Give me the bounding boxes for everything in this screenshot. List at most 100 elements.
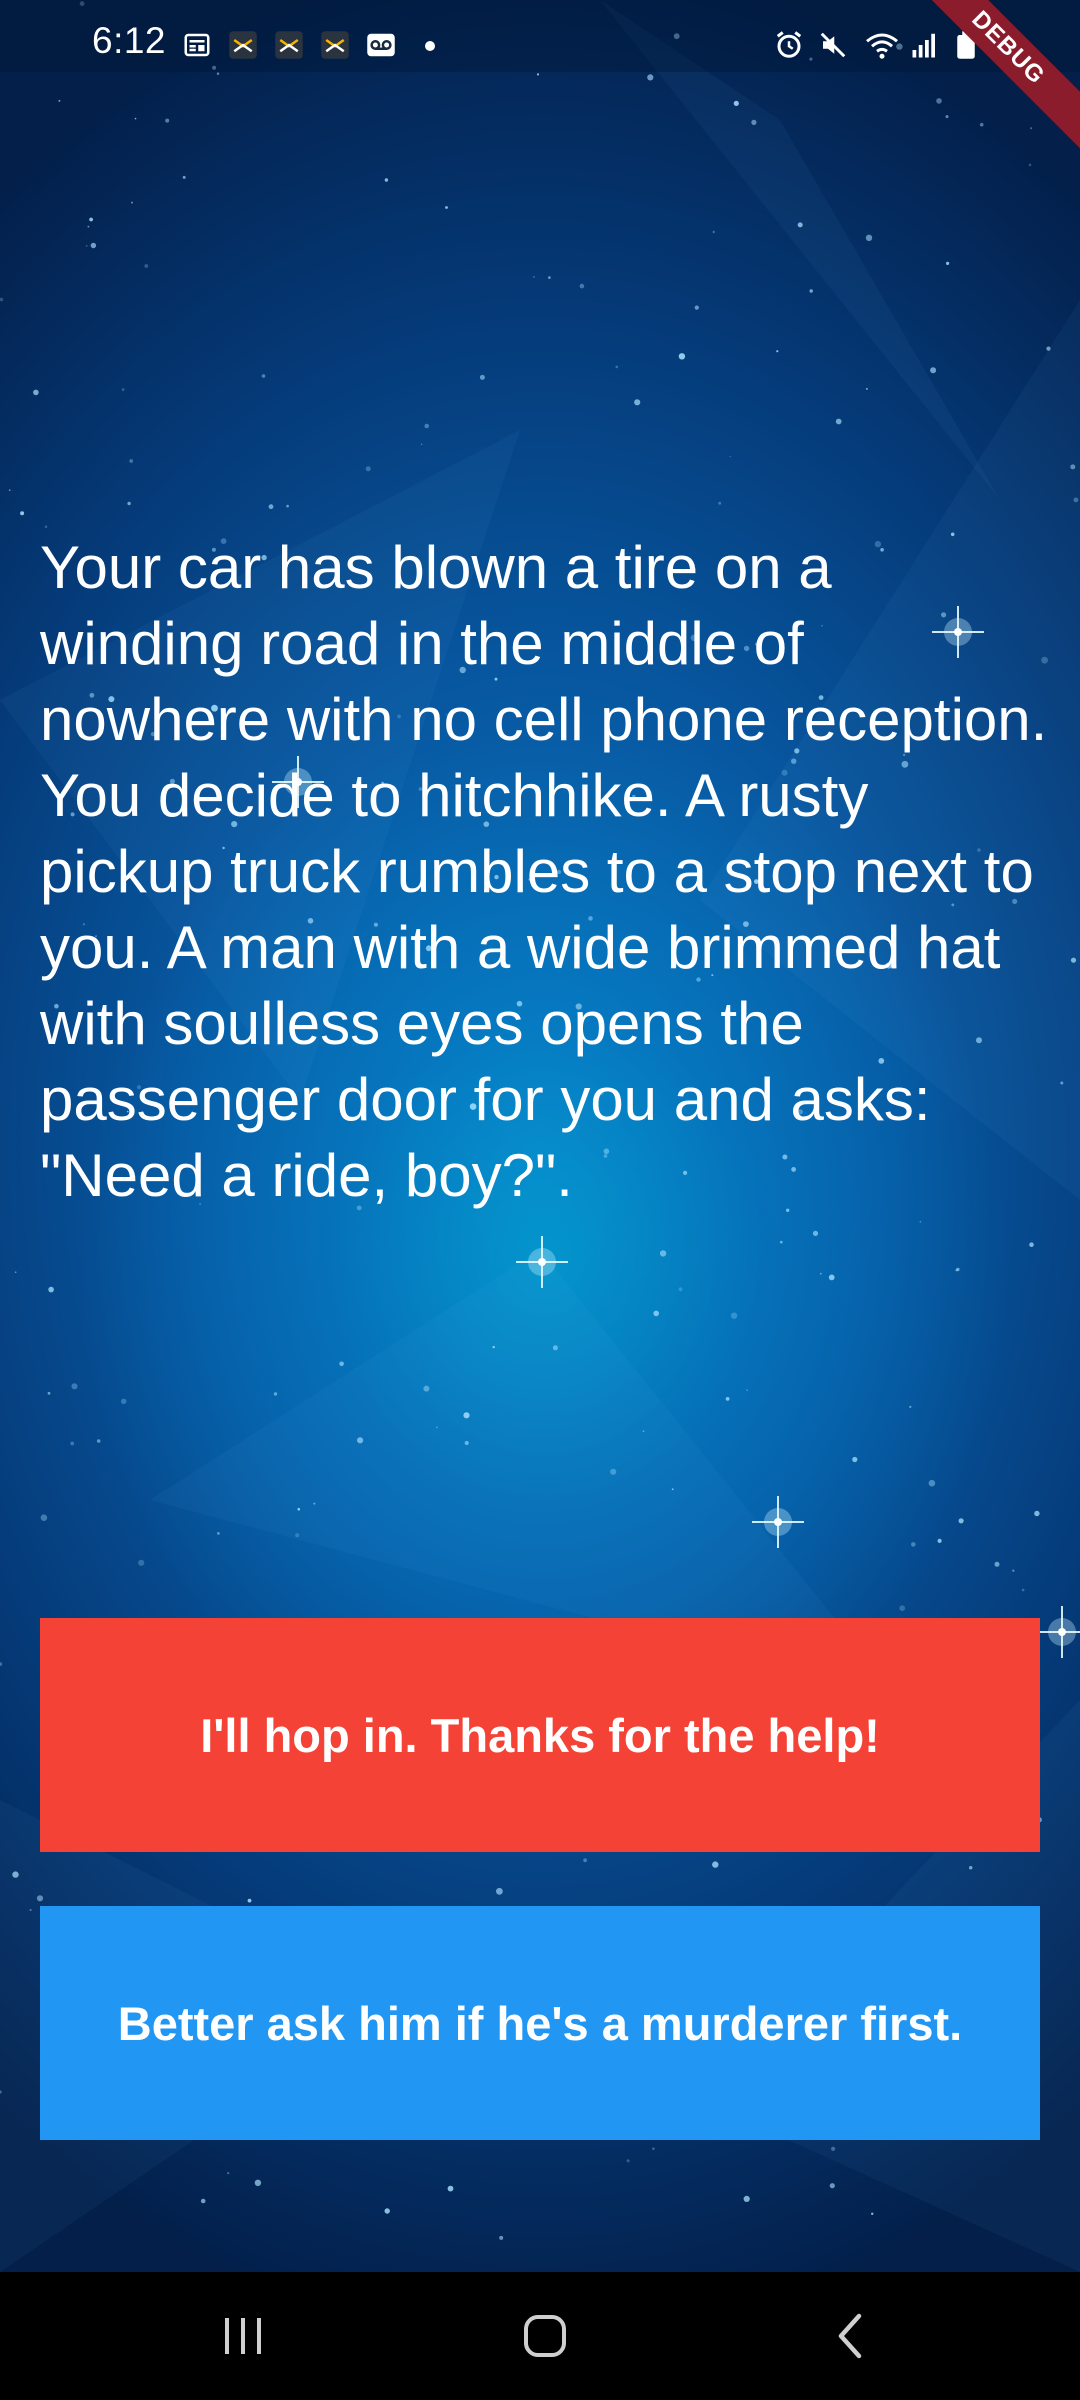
star [420, 443, 423, 446]
star [1070, 464, 1076, 470]
star [712, 230, 715, 234]
wifi-icon [864, 30, 900, 60]
star [829, 2183, 835, 2189]
star [121, 388, 125, 391]
star [313, 1502, 316, 1505]
choice-hop-in-button[interactable]: I'll hop in. Thanks for the help! [40, 1618, 1040, 1852]
star [1034, 1510, 1040, 1517]
star [464, 1440, 469, 1446]
star [958, 1518, 964, 1524]
star [138, 1559, 145, 1566]
star [835, 418, 842, 425]
star [865, 387, 868, 390]
star [865, 234, 873, 241]
back-button[interactable] [800, 2300, 900, 2372]
star [85, 244, 88, 247]
light-shard [600, 0, 1000, 500]
app-icon [274, 30, 304, 60]
home-icon [524, 2315, 566, 2357]
star [286, 504, 289, 508]
star [615, 365, 619, 369]
star [671, 1488, 674, 1491]
star [445, 206, 448, 209]
star [642, 1430, 645, 1433]
star [227, 2172, 230, 2175]
star [937, 1538, 942, 1543]
star [165, 118, 170, 123]
star [90, 242, 97, 249]
star [533, 276, 535, 278]
star [652, 2147, 655, 2150]
choice-ask-murderer-button[interactable]: Better ask him if he's a murderer first. [40, 1906, 1040, 2140]
star [0, 297, 4, 302]
star [247, 1898, 252, 1903]
star [930, 367, 937, 374]
star [653, 1310, 659, 1317]
star [994, 1561, 1000, 1567]
star [182, 175, 186, 179]
star [20, 511, 25, 516]
star [678, 353, 686, 360]
star [678, 1287, 683, 1292]
star [776, 350, 779, 353]
mute-icon [818, 30, 848, 60]
star [828, 1274, 835, 1281]
star [87, 225, 90, 228]
star [134, 117, 137, 120]
star [1070, 957, 1077, 963]
star [365, 466, 371, 472]
navigation-bar [0, 2272, 1080, 2400]
star [979, 122, 984, 127]
star [548, 276, 551, 279]
story-text: Your car has blown a tire on a winding r… [40, 534, 1048, 1209]
star [29, 1908, 32, 1912]
voicemail-icon [366, 30, 396, 60]
recents-button[interactable] [193, 2300, 293, 2372]
star [946, 261, 950, 265]
alarm-icon [774, 30, 804, 60]
star [579, 283, 585, 289]
star [797, 222, 803, 228]
star [357, 1437, 364, 1444]
star [729, 455, 732, 458]
star [339, 1361, 344, 1367]
star [295, 1533, 300, 1538]
star [730, 1312, 738, 1319]
star [273, 1392, 278, 1396]
star [129, 459, 134, 463]
star [33, 389, 39, 396]
star [871, 2212, 874, 2215]
status-bar: 6:12 [0, 0, 1080, 72]
star [899, 1605, 906, 1612]
star [1028, 163, 1032, 167]
star [634, 399, 641, 406]
star [423, 1385, 430, 1392]
star [44, 525, 48, 528]
star [743, 2195, 750, 2202]
star [725, 1397, 730, 1401]
star [447, 2185, 454, 2192]
star [479, 374, 485, 380]
star [1046, 346, 1051, 351]
star [0, 1662, 3, 1666]
star [436, 1426, 438, 1429]
star [121, 1398, 127, 1405]
star [12, 1871, 19, 1878]
star [492, 1345, 495, 1349]
star [647, 74, 654, 81]
news-icon [182, 30, 212, 60]
star [733, 100, 739, 106]
star [955, 1269, 958, 1272]
app-icon [228, 30, 258, 60]
recents-icon [225, 2318, 261, 2354]
star [36, 1895, 44, 1902]
status-time: 6:12 [92, 20, 167, 61]
star [583, 1858, 587, 1863]
star [297, 1507, 301, 1511]
star [552, 1345, 558, 1351]
star [47, 1391, 51, 1395]
star [48, 1286, 54, 1293]
home-button[interactable] [495, 2300, 595, 2372]
star [144, 264, 149, 268]
star [89, 217, 93, 222]
